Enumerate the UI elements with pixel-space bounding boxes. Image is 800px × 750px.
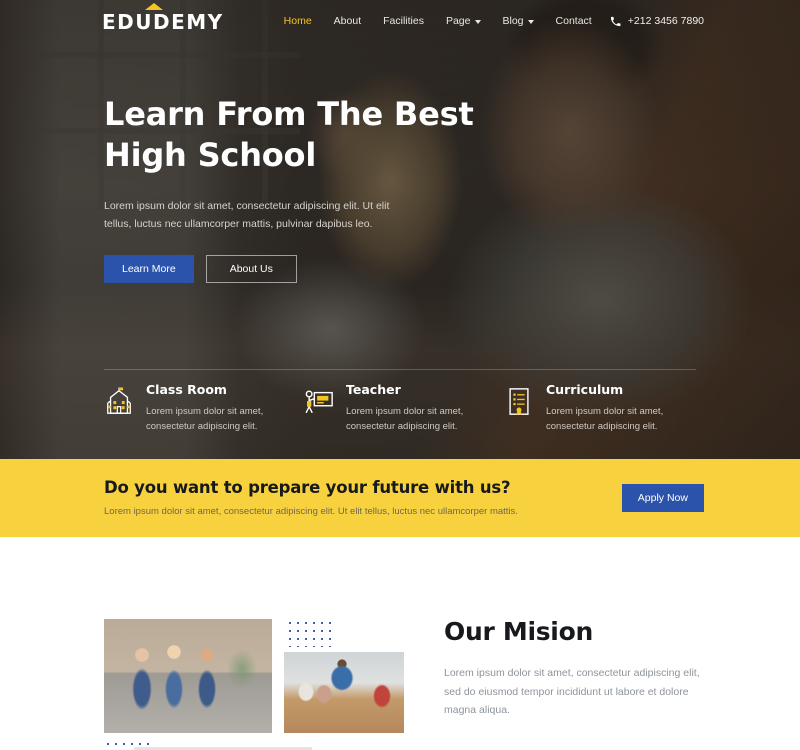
phone-number: +212 3456 7890 xyxy=(627,15,704,27)
site-logo[interactable]: EDUDEMY xyxy=(102,3,224,34)
school-building-icon xyxy=(104,385,134,419)
feature-text: Lorem ipsum dolor sit amet, consectetur … xyxy=(146,405,264,432)
feature-title: Class Room xyxy=(146,382,227,397)
main-navigation: Home About Facilities Page Blog Contact xyxy=(284,15,592,27)
hero-divider xyxy=(104,369,696,370)
hero-features: Class Room Lorem ipsum dolor sit amet, c… xyxy=(104,382,704,434)
feature-text: Lorem ipsum dolor sit amet, consectetur … xyxy=(546,405,664,432)
hero-content: Learn From The Best High School Lorem ip… xyxy=(0,42,800,284)
mission-title: Our Mision xyxy=(444,617,593,646)
nav-item-contact[interactable]: Contact xyxy=(556,15,592,27)
nav-item-page[interactable]: Page xyxy=(446,15,481,27)
hero-section: EDUDEMY Home About Facilities Page Blog … xyxy=(0,0,800,459)
mission-gallery xyxy=(104,610,404,750)
chevron-down-icon xyxy=(527,20,534,24)
nav-label: Home xyxy=(283,15,312,27)
graduation-cap-icon xyxy=(145,3,163,10)
header-phone[interactable]: +212 3456 7890 xyxy=(610,15,704,27)
whiteboard-presentation-icon xyxy=(304,385,334,419)
mission-description: Lorem ipsum dolor sit amet, consectetur … xyxy=(444,667,700,717)
nav-label: About xyxy=(333,15,362,27)
hero-title-line2: High School xyxy=(104,135,317,174)
phone-icon xyxy=(610,16,621,26)
cta-subtitle: Lorem ipsum dolor sit amet, consectetur … xyxy=(104,506,518,517)
hero-button-group: Learn More About Us xyxy=(104,254,800,284)
document-checklist-icon xyxy=(504,385,534,419)
site-header: EDUDEMY Home About Facilities Page Blog … xyxy=(0,0,800,42)
nav-label: Page xyxy=(445,15,471,27)
learn-more-button[interactable]: Learn More xyxy=(104,254,194,284)
apply-now-button[interactable]: Apply Now xyxy=(621,483,704,513)
chevron-down-icon xyxy=(474,20,481,24)
cta-text-block: Do you want to prepare your future with … xyxy=(104,477,622,517)
cta-banner: Do you want to prepare your future with … xyxy=(0,459,800,537)
nav-item-about[interactable]: About xyxy=(334,15,361,27)
feature-title: Curriculum xyxy=(546,382,624,397)
nav-label: Facilities xyxy=(383,15,424,27)
nav-label: Contact xyxy=(555,15,592,27)
cta-title: Do you want to prepare your future with … xyxy=(104,477,511,497)
hero-subtitle: Lorem ipsum dolor sit amet, consectetur … xyxy=(104,199,390,231)
hero-title-line1: Learn From The Best xyxy=(104,95,474,133)
feature-title: Teacher xyxy=(346,382,401,397)
mission-section: Our Mision Lorem ipsum dolor sit amet, c… xyxy=(0,537,800,750)
logo-text: EDUDEMY xyxy=(102,10,224,34)
classroom-group-discussion-photo xyxy=(284,652,404,733)
feature-text: Lorem ipsum dolor sit amet, consectetur … xyxy=(346,405,464,432)
feature-class-room[interactable]: Class Room Lorem ipsum dolor sit amet, c… xyxy=(104,382,304,434)
hero-title: Learn From The Best High School xyxy=(104,94,524,176)
about-us-button[interactable]: About Us xyxy=(205,254,297,284)
nav-item-facilities[interactable]: Facilities xyxy=(383,15,424,27)
mission-text-block: Our Mision Lorem ipsum dolor sit amet, c… xyxy=(404,610,800,750)
dot-pattern-decoration xyxy=(286,619,336,647)
feature-curriculum[interactable]: Curriculum Lorem ipsum dolor sit amet, c… xyxy=(504,382,704,434)
nav-item-blog[interactable]: Blog xyxy=(503,15,534,27)
feature-teacher[interactable]: Teacher Lorem ipsum dolor sit amet, cons… xyxy=(304,382,504,434)
nav-label: Blog xyxy=(502,15,524,27)
students-walking-campus-photo xyxy=(104,619,272,733)
nav-item-home[interactable]: Home xyxy=(284,15,312,27)
